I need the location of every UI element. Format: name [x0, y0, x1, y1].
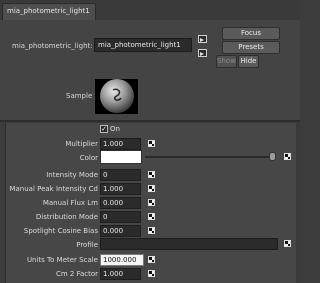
multiplier-map-icon[interactable]: [148, 140, 155, 147]
manual-flux-field[interactable]: 0.000: [100, 197, 141, 209]
color-slider-handle[interactable]: [269, 152, 276, 161]
distribution-mode-map-icon[interactable]: [148, 213, 155, 220]
show-button[interactable]: Show: [216, 55, 237, 68]
tab-node[interactable]: mia_photometric_light1: [2, 3, 96, 20]
on-checkbox[interactable]: ✓: [100, 125, 108, 133]
on-label: On: [110, 125, 120, 133]
manual-flux-map-icon[interactable]: [148, 199, 155, 206]
multiplier-field[interactable]: 1.000: [100, 138, 141, 150]
manual-peak-intensity-field[interactable]: 1.000: [100, 183, 141, 195]
presets-button[interactable]: Presets: [222, 41, 280, 54]
spotlight-cosine-bias-map-icon[interactable]: [148, 227, 155, 234]
distribution-mode-field[interactable]: 0: [100, 211, 141, 223]
manual-peak-intensity-map-icon[interactable]: [148, 185, 155, 192]
cm2-factor-field[interactable]: 1.000: [100, 268, 141, 280]
node-name-field[interactable]: mia_photometric_light1: [94, 38, 192, 52]
node-type-label: mia_photometric_light:: [12, 42, 93, 50]
color-slider-track[interactable]: [145, 156, 275, 158]
intensity-mode-field[interactable]: 0: [100, 169, 141, 181]
profile-map-icon[interactable]: [284, 240, 291, 247]
intensity-mode-label: Intensity Mode: [46, 171, 98, 179]
intensity-mode-map-icon[interactable]: [148, 171, 155, 178]
tab-strip: mia_photometric_light1: [0, 0, 300, 20]
cm2-factor-map-icon[interactable]: [148, 270, 155, 277]
cm2-factor-label: Cm 2 Factor: [55, 270, 98, 278]
sample-sphere-icon: [100, 79, 134, 113]
sample-glyph-icon: [112, 88, 122, 101]
hide-button[interactable]: Hide: [238, 55, 259, 68]
spotlight-cosine-bias-label: Spotlight Cosine Bias: [23, 227, 98, 235]
units-to-meter-scale-map-icon[interactable]: [148, 256, 155, 263]
attribute-scrollbar[interactable]: [296, 123, 300, 283]
sample-label: Sample: [66, 92, 93, 100]
units-to-meter-scale-label: Units To Meter Scale: [26, 256, 98, 264]
manual-peak-intensity-label: Manual Peak Intensity Cd: [9, 185, 98, 193]
color-swatch[interactable]: [100, 150, 142, 164]
multiplier-label: Multiplier: [65, 140, 98, 148]
units-to-meter-scale-field[interactable]: 1000.000: [100, 254, 144, 266]
section-divider: [0, 120, 300, 122]
profile-label: Profile: [76, 241, 98, 249]
color-label: Color: [79, 154, 98, 162]
distribution-mode-label: Distribution Mode: [35, 213, 98, 221]
sample-swatch[interactable]: [95, 79, 138, 114]
input-connection-icon[interactable]: [198, 35, 207, 43]
spotlight-cosine-bias-field[interactable]: 0.000: [100, 225, 141, 237]
profile-field[interactable]: [100, 238, 278, 250]
output-connection-icon[interactable]: [198, 49, 207, 57]
manual-flux-label: Manual Flux Lm: [42, 199, 98, 207]
focus-button[interactable]: Focus: [222, 27, 280, 40]
color-map-icon[interactable]: [284, 153, 291, 160]
